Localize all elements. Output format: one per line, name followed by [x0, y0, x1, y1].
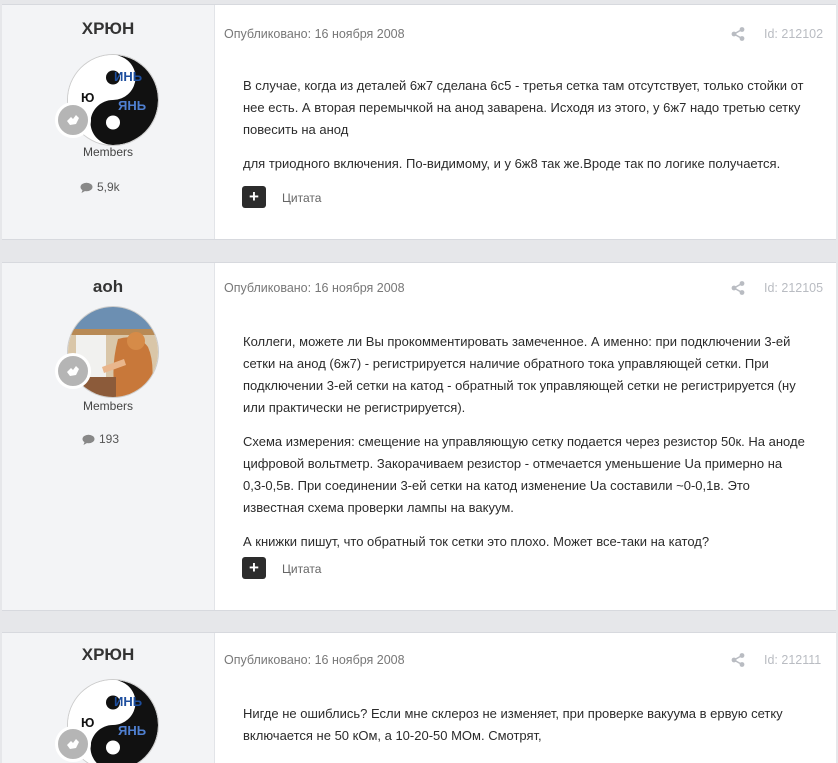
paragraph: Нигде не ошиблись? Если мне склероз не и…	[243, 706, 783, 743]
author-panel: ХРЮН ИНЬ Ю ЯНЬ	[2, 633, 215, 763]
author-name[interactable]: aoh	[2, 277, 214, 297]
comment-icon	[80, 182, 93, 193]
avatar-text-yin: ИНЬ	[114, 69, 142, 84]
comment-icon	[82, 434, 95, 445]
post-212111: ХРЮН ИНЬ Ю ЯНЬ Опубликовано: 16 ноября 2…	[2, 632, 836, 763]
share-icon[interactable]	[730, 280, 746, 296]
quote-button[interactable]: +	[242, 557, 266, 579]
post-id[interactable]: Id: 212111	[764, 653, 821, 667]
avatar-text-yan: ЯНЬ	[118, 98, 146, 113]
post-content: Коллеги, можете ли Вы прокомментировать …	[243, 331, 808, 565]
quote-label[interactable]: Цитата	[282, 562, 321, 576]
published-date: Опубликовано: 16 ноября 2008	[224, 27, 405, 41]
post-count-value: 193	[99, 432, 120, 446]
post-212102: ХРЮН ИНЬ Ю ЯНЬ Members 5,9k Опубликовано…	[2, 4, 836, 240]
author-panel: aoh Members 193	[2, 263, 215, 610]
avatar-text-yin: ИНЬ	[114, 694, 142, 709]
post-id[interactable]: Id: 212105	[764, 281, 823, 295]
rank-badge-icon	[55, 726, 91, 762]
published-date: Опубликовано: 16 ноября 2008	[224, 653, 405, 667]
paragraph: Коллеги, можете ли Вы прокомментировать …	[243, 334, 796, 415]
post-id[interactable]: Id: 212102	[764, 27, 823, 41]
author-name[interactable]: ХРЮН	[2, 19, 214, 39]
paragraph: для триодного включения. По-видимому, и …	[243, 156, 781, 171]
paragraph: А книжки пишут, что обратный ток сетки э…	[243, 534, 710, 549]
author-panel: ХРЮН ИНЬ Ю ЯНЬ Members 5,9k	[2, 5, 215, 239]
share-icon[interactable]	[730, 652, 746, 668]
member-group: Members	[82, 145, 133, 159]
plus-icon: +	[249, 187, 259, 206]
member-group: Members	[82, 399, 133, 413]
post-count: 193	[82, 432, 119, 446]
avatar-text-yu: Ю	[81, 90, 94, 105]
avatar-text-yan: ЯНЬ	[118, 723, 146, 738]
share-icon[interactable]	[730, 26, 746, 42]
post-212105: aoh Members 193 Опубликовано: 16 ноября	[2, 262, 836, 611]
paragraph: В случае, когда из деталей 6ж7 сделана 6…	[243, 78, 804, 137]
post-count-value: 5,9k	[97, 180, 120, 194]
post-count: 5,9k	[80, 180, 120, 194]
paragraph: Схема измерения: смещение на управляющую…	[243, 434, 805, 515]
avatar-text-yu: Ю	[81, 715, 94, 730]
rank-badge-icon	[55, 102, 91, 138]
post-content: В случае, когда из деталей 6ж7 сделана 6…	[243, 75, 808, 187]
rank-badge-icon	[55, 353, 91, 389]
author-name[interactable]: ХРЮН	[2, 645, 214, 665]
quote-button[interactable]: +	[242, 186, 266, 208]
quote-label[interactable]: Цитата	[282, 191, 321, 205]
published-date: Опубликовано: 16 ноября 2008	[224, 281, 405, 295]
plus-icon: +	[249, 558, 259, 577]
post-content: Нигде не ошиблись? Если мне склероз не и…	[243, 703, 808, 759]
